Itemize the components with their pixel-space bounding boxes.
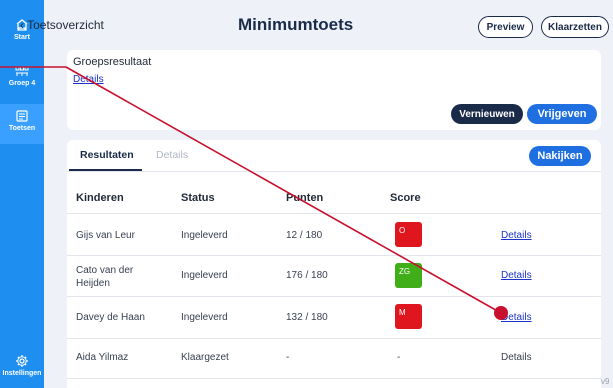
annotation-line: [65, 66, 502, 314]
annotation-overlay: [0, 66, 508, 320]
annotation-dot: [494, 306, 508, 320]
